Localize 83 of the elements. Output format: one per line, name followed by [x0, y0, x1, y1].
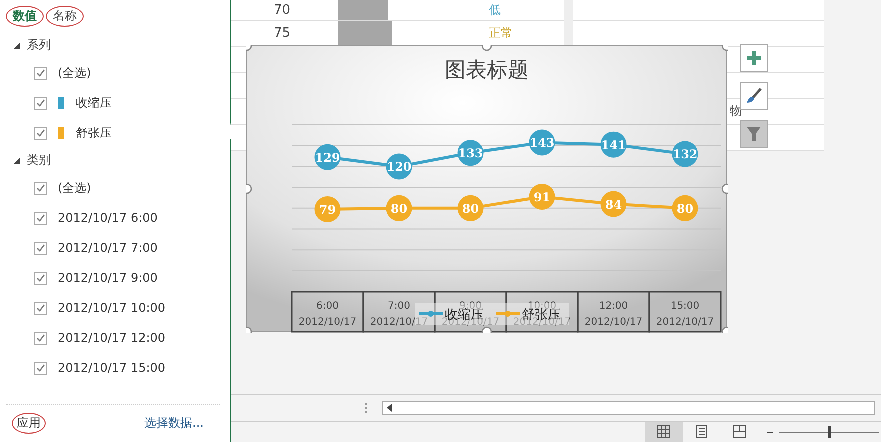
resize-handle[interactable]	[246, 45, 252, 52]
data-label: 84	[600, 191, 627, 218]
checkbox[interactable]	[34, 126, 47, 140]
table-cell: 物	[730, 103, 742, 120]
resize-handle[interactable]	[722, 326, 728, 333]
checkbox[interactable]	[34, 96, 47, 110]
data-label: 141	[600, 132, 627, 158]
data-label: 143	[530, 136, 555, 150]
filter-item-label: (全选)	[58, 180, 92, 196]
axis-label: 2012/10/17	[298, 317, 357, 328]
group-header[interactable]: 类别	[6, 148, 51, 173]
filter-tab[interactable]: 数值	[6, 6, 44, 27]
group-header[interactable]: 系列	[6, 33, 51, 58]
data-label: 141	[601, 138, 626, 152]
chart-title: 图表标题	[445, 58, 529, 82]
filter-item-label: 2012/10/17 15:00	[58, 361, 166, 375]
data-bar	[338, 21, 392, 46]
data-label: 84	[605, 198, 622, 212]
data-label: 133	[458, 146, 484, 161]
brush-icon[interactable]	[740, 82, 768, 110]
data-label: 80	[676, 202, 694, 216]
data-label: 120	[386, 154, 412, 180]
data-label: 79	[319, 202, 336, 217]
axis-label: 7:00	[388, 301, 410, 312]
filter-item-label: 2012/10/17 9:00	[58, 271, 158, 285]
zoom-slider[interactable]	[767, 425, 879, 439]
apply-button[interactable]: 应用	[12, 413, 46, 434]
checkbox[interactable]	[34, 212, 47, 224]
resize-handle[interactable]	[246, 326, 252, 333]
data-label: 120	[386, 160, 412, 174]
data-label: 80	[386, 195, 412, 222]
data-label: 143	[529, 130, 556, 156]
data-label: 132	[672, 141, 698, 168]
axis-label: 2012/10/17	[370, 317, 428, 328]
filter-tab[interactable]: 名称	[46, 6, 84, 27]
filter-item-label: 收缩压	[76, 94, 112, 112]
checkbox[interactable]	[34, 242, 47, 254]
data-label: 133	[458, 140, 484, 166]
table-cell: 75	[274, 26, 291, 41]
filter-item-label: 舒张压	[76, 124, 112, 142]
data-label: 129	[315, 150, 340, 165]
resize-handle[interactable]	[246, 184, 252, 194]
data-label: 91	[529, 184, 556, 210]
resize-handle[interactable]	[482, 326, 492, 333]
select-data-link[interactable]: 选择数据...	[144, 415, 204, 432]
horizontal-scrollbar[interactable]	[382, 401, 875, 415]
filter-item-label: 2012/10/17 12:00	[58, 331, 166, 345]
resize-handle[interactable]	[482, 45, 492, 52]
table-cell: 低	[489, 2, 501, 18]
plus-icon[interactable]	[740, 44, 768, 72]
checkbox[interactable]	[34, 272, 47, 284]
axis-label: 2012/10/17	[656, 317, 714, 328]
data-label: 80	[462, 202, 480, 216]
data-label: 91	[534, 190, 551, 204]
data-label: 80	[390, 202, 408, 216]
axis-label: 12:00	[599, 301, 628, 312]
filter-item-label: (全选)	[58, 64, 92, 82]
legend-line-icon	[419, 311, 443, 317]
filter-item-label: 2012/10/17 10:00	[58, 301, 166, 315]
splitter-handle-icon[interactable]	[365, 403, 367, 413]
table-cell: 正常	[489, 25, 513, 42]
checkbox[interactable]	[34, 66, 47, 80]
data-label: 129	[314, 144, 341, 170]
axis-label: 2012/10/17	[584, 317, 643, 328]
grid-view-icon[interactable]	[645, 422, 683, 442]
checkbox[interactable]	[34, 362, 47, 374]
filter-item-label: 2012/10/17 7:00	[58, 241, 158, 255]
data-bar	[338, 0, 388, 20]
data-label: 80	[672, 195, 698, 222]
resize-handle[interactable]	[722, 184, 728, 194]
axis-label: 6:00	[316, 301, 339, 312]
data-label: 132	[672, 148, 698, 162]
checkbox[interactable]	[34, 302, 47, 314]
resize-handle[interactable]	[722, 45, 728, 52]
axis-label: 15:00	[670, 301, 700, 312]
data-label: 79	[314, 196, 341, 222]
checkbox[interactable]	[34, 182, 47, 194]
checkbox[interactable]	[34, 332, 47, 344]
table-cell: 70	[274, 2, 291, 18]
legend-line-icon	[496, 311, 520, 317]
data-label: 80	[458, 195, 484, 222]
filter-item-label: 2012/10/17 6:00	[58, 211, 158, 225]
filter-icon[interactable]	[740, 120, 768, 148]
